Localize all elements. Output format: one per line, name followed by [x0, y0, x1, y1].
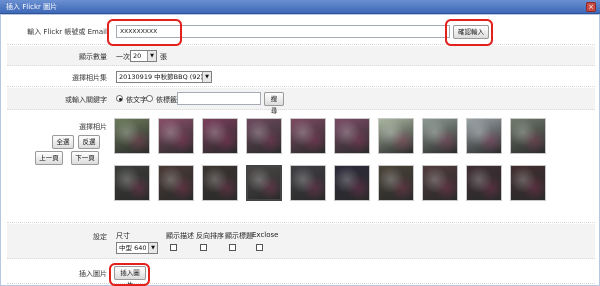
photo-image	[291, 119, 325, 153]
show-title-label: 顯示標題	[225, 232, 253, 240]
account-row: 輸入 Flickr 帳號或 Email xxxxxxxxx 確認輸入	[7, 18, 595, 45]
settings-label: 設定	[93, 233, 107, 241]
photo-thumbnail[interactable]	[510, 165, 546, 201]
album-value: 20130919 中秋節BBQ (92)	[119, 73, 204, 81]
photo-image	[291, 166, 325, 200]
show-desc-label: 顯示描述	[166, 232, 194, 240]
photo-image	[379, 119, 413, 153]
keyword-input[interactable]	[177, 92, 261, 105]
count-row: 顯示數量 一次 20 ▼ 張	[7, 46, 595, 66]
radio-full-text[interactable]	[116, 95, 123, 102]
photo-image	[247, 119, 281, 153]
photo-thumbnail[interactable]	[290, 165, 326, 201]
radio-full-text-label: 依文字	[126, 96, 147, 104]
photo-image	[423, 119, 457, 153]
photo-image	[335, 166, 369, 200]
prev-page-button[interactable]: 上一頁	[35, 151, 63, 165]
photos-row: 選擇相片 全選 反選 上一頁 下一頁	[7, 111, 595, 223]
photo-thumbnail[interactable]	[114, 118, 150, 154]
next-page-button[interactable]: 下一頁	[71, 151, 99, 165]
chevron-down-icon: ▼	[202, 72, 211, 82]
highlight-confirm-button	[445, 19, 493, 46]
photo-image	[511, 119, 545, 153]
insert-row: 插入圖片 插入圖片	[7, 260, 595, 286]
photo-thumbnail[interactable]	[466, 165, 502, 201]
photo-image	[159, 166, 193, 200]
photo-image	[467, 166, 501, 200]
photo-thumbnail[interactable]	[202, 118, 238, 154]
insert-label: 插入圖片	[79, 270, 107, 278]
photo-thumbnail[interactable]	[422, 118, 458, 154]
chevron-down-icon: ▼	[148, 243, 157, 253]
photo-image	[203, 166, 237, 200]
keyword-row: 或輸入關鍵字 依文字 依標籤 搜尋	[7, 88, 595, 115]
window-titlebar: 插入 Flickr 圖片 ×	[0, 0, 600, 14]
search-button[interactable]: 搜尋	[264, 92, 284, 115]
exclose-label: Exclose	[252, 231, 279, 239]
photo-thumbnail[interactable]	[510, 118, 546, 154]
photo-thumbnail[interactable]	[378, 165, 414, 201]
photo-image	[511, 166, 545, 200]
album-label: 選擇相片集	[72, 74, 107, 82]
count-value: 20	[133, 52, 142, 60]
photo-thumbnail[interactable]	[334, 165, 370, 201]
reverse-checkbox[interactable]	[200, 244, 207, 251]
size-value: 中型 640	[119, 244, 147, 252]
photos-label: 選擇相片	[79, 123, 107, 131]
album-row: 選擇相片集 20130919 中秋節BBQ (92) ▼	[7, 67, 595, 87]
photo-thumbnail[interactable]	[246, 118, 282, 154]
photo-image	[159, 119, 193, 153]
photo-thumbnail[interactable]	[202, 165, 238, 201]
photo-thumbnail[interactable]	[290, 118, 326, 154]
photo-thumbnail[interactable]	[114, 165, 150, 201]
count-select[interactable]: 20 ▼	[130, 50, 157, 62]
reverse-label: 反向排序	[196, 232, 224, 240]
keyword-label: 或輸入關鍵字	[65, 96, 107, 104]
size-label: 尺寸	[116, 232, 130, 240]
photo-image	[248, 167, 280, 199]
size-select[interactable]: 中型 640 ▼	[116, 242, 158, 254]
photo-thumbnail[interactable]	[422, 165, 458, 201]
radio-tag-label: 依標籤	[156, 96, 177, 104]
select-all-button[interactable]: 全選	[52, 135, 74, 149]
photo-thumbnail[interactable]	[246, 165, 282, 201]
chevron-down-icon: ▼	[147, 51, 156, 61]
photo-image	[115, 119, 149, 153]
photo-image	[379, 166, 413, 200]
photo-thumbnail[interactable]	[466, 118, 502, 154]
exclose-checkbox[interactable]	[256, 244, 263, 251]
highlight-insert-button	[109, 263, 150, 286]
dialog-body: 輸入 Flickr 帳號或 Email xxxxxxxxx 確認輸入 顯示數量 …	[0, 14, 600, 286]
close-icon[interactable]: ×	[586, 2, 596, 12]
photo-image	[203, 119, 237, 153]
show-desc-checkbox[interactable]	[170, 244, 177, 251]
invert-selection-button[interactable]: 反選	[78, 135, 100, 149]
count-prefix: 一次	[116, 53, 130, 61]
photo-image	[467, 119, 501, 153]
window-title: 插入 Flickr 圖片	[6, 3, 58, 11]
photo-thumbnail[interactable]	[334, 118, 370, 154]
album-select[interactable]: 20130919 中秋節BBQ (92) ▼	[116, 71, 212, 83]
count-suffix: 張	[160, 53, 167, 61]
photo-thumbnail[interactable]	[158, 165, 194, 201]
photo-image	[335, 119, 369, 153]
photo-thumbnail[interactable]	[378, 118, 414, 154]
photo-grid	[114, 118, 554, 214]
photo-image	[115, 166, 149, 200]
highlight-account-input	[107, 19, 182, 46]
photo-image	[423, 166, 457, 200]
show-title-checkbox[interactable]	[229, 244, 236, 251]
photo-thumbnail[interactable]	[158, 118, 194, 154]
count-label: 顯示數量	[79, 53, 107, 61]
account-label: 輸入 Flickr 帳號或 Email	[27, 28, 107, 36]
radio-tag[interactable]	[146, 95, 153, 102]
settings-row: 設定 尺寸 中型 640 ▼ 顯示描述 反向排序 顯示標題 Exclose	[7, 224, 595, 259]
